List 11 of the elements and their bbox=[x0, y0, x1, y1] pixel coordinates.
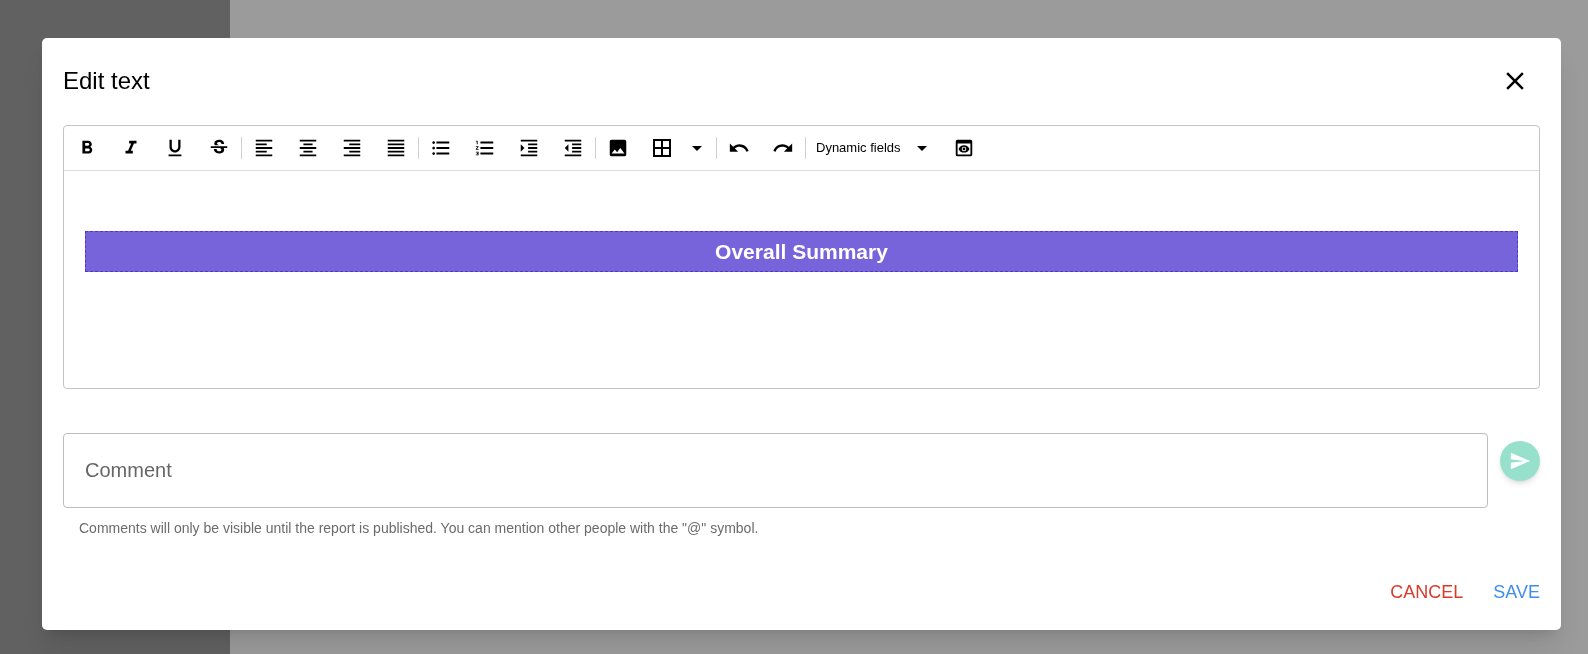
send-icon bbox=[1509, 450, 1531, 472]
cancel-button[interactable]: CANCEL bbox=[1390, 579, 1464, 606]
caret-icon[interactable] bbox=[692, 145, 702, 151]
summary-banner: Overall Summary bbox=[85, 231, 1518, 272]
comment-field[interactable]: Comment bbox=[63, 433, 1488, 508]
dynamic-fields-dropdown[interactable]: Dynamic fields bbox=[806, 133, 927, 163]
caret-icon bbox=[916, 145, 927, 151]
dynamic-fields-label: Dynamic fields bbox=[816, 139, 901, 158]
comment-helper-text: Comments will only be visible until the report is published. You can mention other people with the "@" symbol. bbox=[79, 519, 760, 538]
text-editor[interactable]: Dynamic fields Overall Summary bbox=[63, 125, 1540, 389]
dialog-title: Edit text bbox=[63, 66, 150, 96]
